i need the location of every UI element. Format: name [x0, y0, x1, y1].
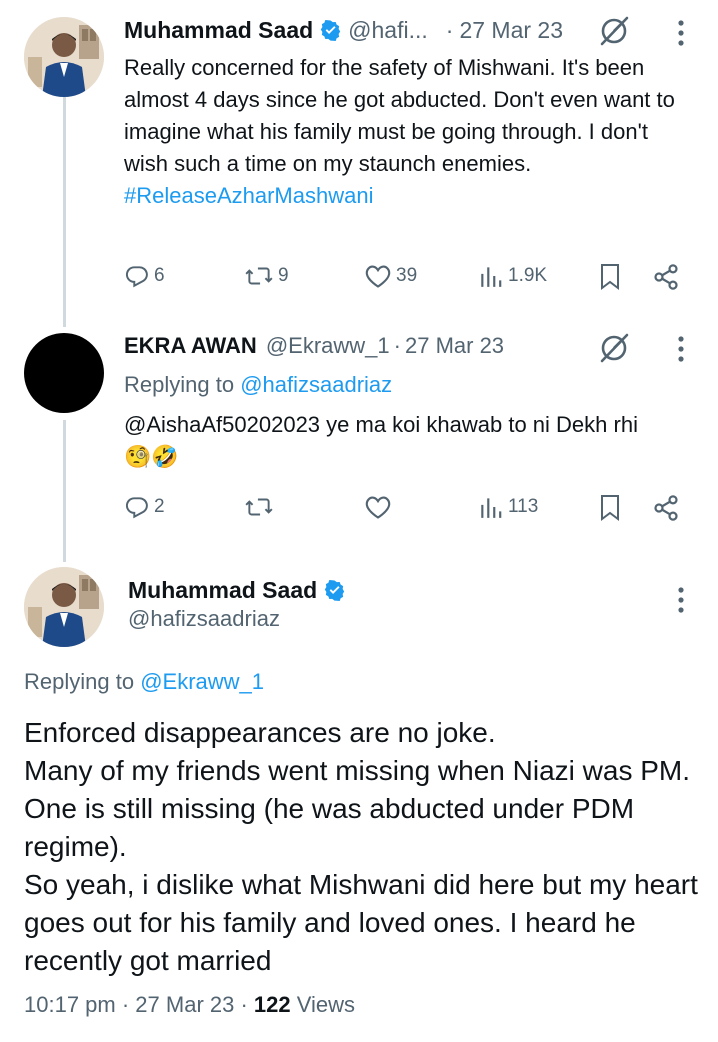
- grok-icon[interactable]: [597, 14, 631, 48]
- replying-to-label: Replying to: [124, 372, 241, 397]
- replying-to-label: Replying to: [24, 669, 141, 694]
- repost-count: 9: [278, 265, 289, 286]
- avatar[interactable]: [24, 17, 104, 97]
- views-count: 122: [253, 992, 291, 1017]
- avatar[interactable]: [24, 333, 104, 413]
- separator: ·: [445, 17, 454, 43]
- like-button[interactable]: [364, 494, 392, 520]
- repost-button[interactable]: [244, 494, 274, 520]
- reply-count: 2: [154, 496, 165, 517]
- replying-to: Replying to @hafizsaadriaz: [124, 372, 392, 398]
- views-label: Views: [290, 992, 356, 1017]
- grok-icon[interactable]: [597, 331, 631, 365]
- view-count: 1.9K: [508, 265, 548, 286]
- reply-icon: [126, 497, 148, 519]
- author-handle[interactable]: @hafi...: [348, 17, 428, 44]
- tweet-text: @AishaAf50202023 ye ma koi khawab to ni …: [124, 409, 704, 473]
- share-icon[interactable]: [652, 263, 680, 291]
- author-name[interactable]: EKRA AWAN: [124, 333, 257, 359]
- like-button[interactable]: 39: [364, 263, 417, 289]
- reply-icon: [126, 266, 148, 288]
- replying-to-handle[interactable]: @hafizsaadriaz: [240, 372, 392, 397]
- reply-button[interactable]: 2: [124, 494, 165, 520]
- replying-to-handle[interactable]: @Ekraww_1: [140, 669, 264, 694]
- repost-icon: [245, 498, 273, 516]
- thread-line: [63, 95, 66, 327]
- tweet-time[interactable]: 10:17 pm: [24, 992, 116, 1017]
- tweet-body: Really concerned for the safety of Mishw…: [124, 55, 675, 176]
- author-name[interactable]: Muhammad Saad: [128, 577, 317, 604]
- author-handle[interactable]: @hafizsaadriaz: [128, 606, 280, 632]
- views-icon: [481, 267, 502, 287]
- bookmark-icon[interactable]: [598, 263, 622, 291]
- hashtag-link[interactable]: #ReleaseAzharMashwani: [124, 183, 373, 208]
- like-count: 39: [396, 265, 418, 286]
- tweet-text: Really concerned for the safety of Mishw…: [124, 52, 694, 212]
- separator: ·: [115, 992, 136, 1017]
- share-icon[interactable]: [652, 494, 680, 522]
- verified-badge-icon: [323, 579, 346, 602]
- heart-icon: [365, 496, 391, 519]
- tweet-date[interactable]: 27 Mar 23: [405, 333, 504, 359]
- author-name[interactable]: Muhammad Saad: [124, 17, 313, 44]
- verified-badge-icon: [319, 19, 342, 42]
- replying-to: Replying to @Ekraww_1: [24, 669, 264, 695]
- more-options-icon[interactable]: [676, 334, 686, 364]
- bookmark-icon[interactable]: [598, 494, 622, 522]
- views-button[interactable]: 1.9K: [478, 263, 547, 289]
- tweet-date[interactable]: 27 Mar 23: [459, 17, 563, 44]
- thread-line: [63, 420, 66, 562]
- separator: ·: [393, 333, 401, 358]
- separator: ·: [234, 992, 254, 1017]
- reply-count: 6: [154, 265, 165, 286]
- repost-button[interactable]: 9: [244, 263, 289, 289]
- tweet-date[interactable]: 27 Mar 23: [135, 992, 234, 1017]
- more-options-icon[interactable]: [676, 18, 686, 48]
- main-tweet-text: Enforced disappearances are no joke. Man…: [24, 717, 698, 976]
- tweet1-header: Muhammad Saad @hafi... · 27 Mar 23: [124, 15, 563, 44]
- avatar-photo-icon: [24, 17, 104, 97]
- reply-button[interactable]: 6: [124, 263, 165, 289]
- author-handle[interactable]: @Ekraww_1: [266, 333, 390, 359]
- heart-icon: [365, 265, 391, 288]
- tweet-body: @AishaAf50202023 ye ma koi khawab to ni …: [124, 412, 638, 437]
- tweet-meta: 10:17 pm · 27 Mar 23 · 122 Views: [24, 992, 355, 1018]
- tweet-emoji: 🧐🤣: [124, 444, 179, 469]
- views-button[interactable]: 113: [478, 494, 538, 520]
- author-name-row: Muhammad Saad: [128, 577, 352, 604]
- more-options-icon[interactable]: [676, 585, 686, 615]
- tweet2-header: EKRA AWAN @Ekraww_1 · 27 Mar 23: [124, 333, 504, 359]
- views-icon: [481, 498, 502, 518]
- view-count: 113: [508, 496, 539, 517]
- repost-icon: [245, 267, 273, 285]
- avatar-photo-icon: [24, 567, 104, 647]
- avatar[interactable]: [24, 567, 104, 647]
